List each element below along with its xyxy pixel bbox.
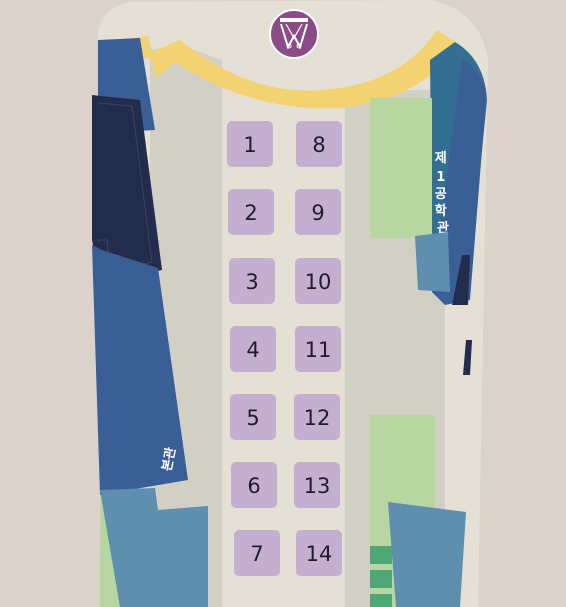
green-step — [370, 546, 392, 564]
booth-number: 14 — [306, 542, 333, 566]
booth-10[interactable]: 10 — [295, 258, 341, 304]
booth-11[interactable]: 11 — [295, 326, 341, 372]
booth-number: 1 — [243, 133, 256, 157]
booth-2[interactable]: 2 — [228, 189, 274, 235]
campus-map-svg: 본관 제 1 공 학 관 1234567891011121314 — [92, 0, 488, 607]
booth-8[interactable]: 8 — [296, 121, 342, 167]
booth-6[interactable]: 6 — [231, 462, 277, 508]
engineering-label-line: 공 — [435, 187, 447, 202]
booth-number: 13 — [304, 474, 331, 498]
booth-number: 11 — [305, 338, 332, 362]
booth-7[interactable]: 7 — [234, 530, 280, 576]
booth-1[interactable]: 1 — [227, 121, 273, 167]
booth-number: 10 — [305, 270, 332, 294]
booth-number: 2 — [244, 201, 257, 225]
booth-number: 6 — [247, 474, 260, 498]
green-step — [370, 594, 392, 607]
booth-12[interactable]: 12 — [294, 394, 340, 440]
booth-number: 3 — [245, 270, 258, 294]
engineering-label-line: 제 — [435, 151, 447, 166]
engineering-label-line: 학 — [435, 203, 447, 219]
green-step — [370, 570, 392, 588]
booth-3[interactable]: 3 — [229, 258, 275, 304]
engineering-label-line: 1 — [436, 170, 445, 185]
booth-number: 7 — [250, 542, 263, 566]
lawn-right-upper — [370, 98, 432, 238]
booth-5[interactable]: 5 — [230, 394, 276, 440]
engineering-building-label: 제 1 공 학 관 — [435, 151, 452, 236]
booth-number: 5 — [246, 406, 259, 430]
booth-number: 8 — [312, 133, 325, 157]
booth-4[interactable]: 4 — [230, 326, 276, 372]
booth-number: 4 — [246, 338, 259, 362]
teal-annex-right — [415, 232, 450, 292]
booth-9[interactable]: 9 — [295, 189, 341, 235]
booth-number: 12 — [304, 406, 331, 430]
booth-14[interactable]: 14 — [296, 530, 342, 576]
teal-building-bottom-right — [388, 502, 466, 607]
university-emblem-icon — [269, 9, 319, 59]
campus-map: 본관 제 1 공 학 관 1 2 3 4 5 6 7 8 9 10 11 12 13 14 — [0, 0, 566, 607]
booth-13[interactable]: 13 — [294, 462, 340, 508]
booth-number: 9 — [311, 201, 324, 225]
